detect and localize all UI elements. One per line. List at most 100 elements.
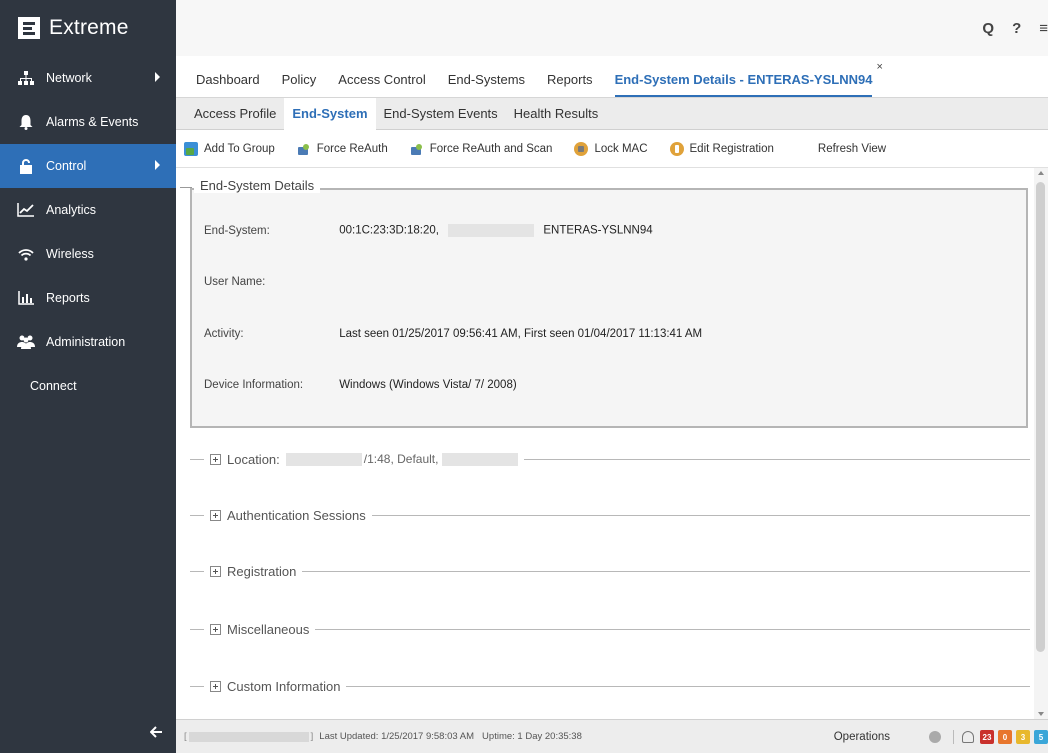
sidebar-item-label: Wireless bbox=[46, 247, 94, 261]
uptime: Uptime: 1 Day 20:35:38 bbox=[482, 731, 582, 742]
tab-end-systems[interactable]: End-Systems bbox=[448, 72, 525, 97]
force-reauth-label: Force ReAuth bbox=[316, 142, 388, 155]
toolbar: Add To Group Force ReAuth Force ReAuth a… bbox=[176, 130, 1048, 168]
end-system-name: ENTERAS-YSLNN94 bbox=[543, 224, 653, 237]
extreme-logo-icon bbox=[18, 17, 40, 39]
search-icon[interactable]: Q bbox=[982, 20, 994, 37]
arrow-left-icon bbox=[149, 726, 162, 738]
expand-icon[interactable] bbox=[210, 623, 221, 635]
custom-information-section[interactable]: Custom Information bbox=[190, 677, 1030, 695]
sidebar-item-reports[interactable]: Reports bbox=[0, 276, 176, 320]
tab-access-control[interactable]: Access Control bbox=[338, 72, 425, 97]
miscellaneous-section[interactable]: Miscellaneous bbox=[190, 620, 1030, 638]
device-info-row: Device Information: Windows (Windows Vis… bbox=[204, 379, 517, 391]
expand-icon[interactable] bbox=[210, 453, 221, 465]
operations-link[interactable]: Operations bbox=[834, 731, 890, 743]
redacted-ip bbox=[448, 224, 535, 237]
add-to-group-label: Add To Group bbox=[204, 142, 275, 155]
tab-reports[interactable]: Reports bbox=[547, 72, 593, 97]
device-info-label: Device Information: bbox=[204, 379, 304, 391]
sidebar-item-administration[interactable]: Administration bbox=[0, 320, 176, 364]
bell-icon[interactable] bbox=[962, 731, 974, 743]
caret-right-icon bbox=[155, 72, 160, 82]
user-name-label: User Name: bbox=[204, 276, 266, 288]
location-title: Location: bbox=[227, 451, 280, 467]
sidebar-item-control[interactable]: Control bbox=[0, 144, 176, 188]
subtab-end-system[interactable]: End-System bbox=[284, 97, 376, 130]
wifi-icon bbox=[16, 246, 36, 262]
end-system-details-panel: End-System: 00:1C:23:3D:18:20, ENTERAS-Y… bbox=[190, 188, 1028, 428]
scrollbar-thumb[interactable] bbox=[1036, 182, 1045, 652]
location-value: /1:48, Default, bbox=[363, 452, 439, 466]
registration-title: Registration bbox=[227, 563, 297, 579]
collapse-sidebar-button[interactable] bbox=[149, 725, 162, 743]
subtab-access-profile[interactable]: Access Profile bbox=[186, 99, 284, 128]
bell-icon bbox=[16, 114, 36, 130]
expand-icon[interactable] bbox=[210, 680, 221, 692]
scroll-up-icon[interactable] bbox=[1038, 171, 1044, 175]
caret-right-icon bbox=[155, 160, 160, 170]
add-to-group-button[interactable]: Add To Group bbox=[184, 141, 275, 156]
lock-icon bbox=[16, 158, 36, 174]
edit-registration-label: Edit Registration bbox=[689, 142, 774, 155]
activity-label: Activity: bbox=[204, 328, 244, 340]
redacted-location-2 bbox=[442, 452, 519, 466]
location-section[interactable]: Location: /1:48, Default, bbox=[190, 450, 1030, 468]
line-chart-icon bbox=[16, 202, 36, 218]
expand-icon[interactable] bbox=[210, 565, 221, 577]
details-legend: End-System Details bbox=[179, 178, 321, 193]
edit-registration-icon bbox=[669, 141, 684, 156]
sidebar-item-label: Administration bbox=[46, 335, 126, 349]
end-system-row: End-System: 00:1C:23:3D:18:20, ENTERAS-Y… bbox=[204, 224, 653, 237]
gear-icon[interactable] bbox=[929, 731, 941, 743]
network-icon bbox=[16, 70, 36, 86]
redacted-server bbox=[188, 731, 309, 742]
activity-value: Last seen 01/25/2017 09:56:41 AM, First … bbox=[339, 328, 703, 340]
subtab-health-results[interactable]: Health Results bbox=[506, 99, 607, 128]
close-tab-icon[interactable]: × bbox=[876, 61, 882, 73]
lock-mac-button[interactable]: Lock MAC bbox=[574, 141, 648, 156]
critical-alarm-badge[interactable]: 23 bbox=[980, 730, 994, 744]
sidebar-item-analytics[interactable]: Analytics bbox=[0, 188, 176, 232]
edit-registration-button[interactable]: Edit Registration bbox=[669, 141, 774, 156]
vertical-scrollbar[interactable] bbox=[1034, 168, 1048, 719]
device-info-value: Windows (Windows Vista/ 7/ 2008) bbox=[339, 379, 517, 391]
warning-alarm-badge[interactable]: 3 bbox=[1016, 730, 1030, 744]
custom-information-title: Custom Information bbox=[227, 678, 341, 694]
content-panel: End-System: 00:1C:23:3D:18:20, ENTERAS-Y… bbox=[176, 168, 1048, 719]
redacted-location bbox=[285, 452, 362, 466]
activity-row: Activity: Last seen 01/25/2017 09:56:41 … bbox=[204, 328, 702, 340]
force-reauth-button[interactable]: Force ReAuth bbox=[297, 142, 388, 156]
sidebar-item-alarms-events[interactable]: Alarms & Events bbox=[0, 100, 176, 144]
refresh-view-label: Refresh View bbox=[817, 142, 887, 155]
expand-icon[interactable] bbox=[210, 509, 221, 521]
force-reauth-scan-label: Force ReAuth and Scan bbox=[429, 142, 553, 155]
tab-dashboard[interactable]: Dashboard bbox=[196, 72, 260, 97]
sidebar-item-label: Reports bbox=[46, 291, 90, 305]
add-group-icon bbox=[184, 141, 198, 156]
users-icon bbox=[16, 334, 36, 350]
sub-tabs: Access Profile End-System End-System Eve… bbox=[176, 97, 1048, 130]
last-updated: Last Updated: 1/25/2017 9:58:03 AM bbox=[319, 731, 475, 742]
menu-icon[interactable]: ≡ bbox=[1039, 20, 1048, 37]
sidebar-item-network[interactable]: Network bbox=[0, 56, 176, 100]
help-icon[interactable]: ? bbox=[1012, 20, 1021, 37]
reauth-scan-icon bbox=[410, 142, 424, 156]
tab-end-system-details[interactable]: End-System Details - ENTERAS-YSLNN94 bbox=[614, 72, 873, 97]
scroll-down-icon[interactable] bbox=[1038, 712, 1044, 716]
sidebar-item-connect[interactable]: Connect bbox=[0, 364, 176, 408]
main-tabs: Dashboard Policy Access Control End-Syst… bbox=[176, 56, 1048, 98]
lock-mac-icon bbox=[574, 141, 589, 156]
authentication-sessions-section[interactable]: Authentication Sessions bbox=[190, 506, 1030, 524]
subtab-end-system-events[interactable]: End-System Events bbox=[376, 99, 506, 128]
force-reauth-scan-button[interactable]: Force ReAuth and Scan bbox=[410, 142, 553, 156]
sidebar-item-wireless[interactable]: Wireless bbox=[0, 232, 176, 276]
refresh-view-button[interactable]: Refresh View bbox=[818, 143, 886, 155]
registration-section[interactable]: Registration bbox=[190, 562, 1030, 580]
info-alarm-badge[interactable]: 5 bbox=[1034, 730, 1048, 744]
tab-policy[interactable]: Policy bbox=[282, 72, 317, 97]
status-bar: [ ] Last Updated: 1/25/2017 9:58:03 AM U… bbox=[176, 719, 1048, 753]
end-system-label: End-System: bbox=[204, 224, 270, 237]
error-alarm-badge[interactable]: 0 bbox=[998, 730, 1012, 744]
sidebar-item-label: Control bbox=[46, 159, 87, 173]
